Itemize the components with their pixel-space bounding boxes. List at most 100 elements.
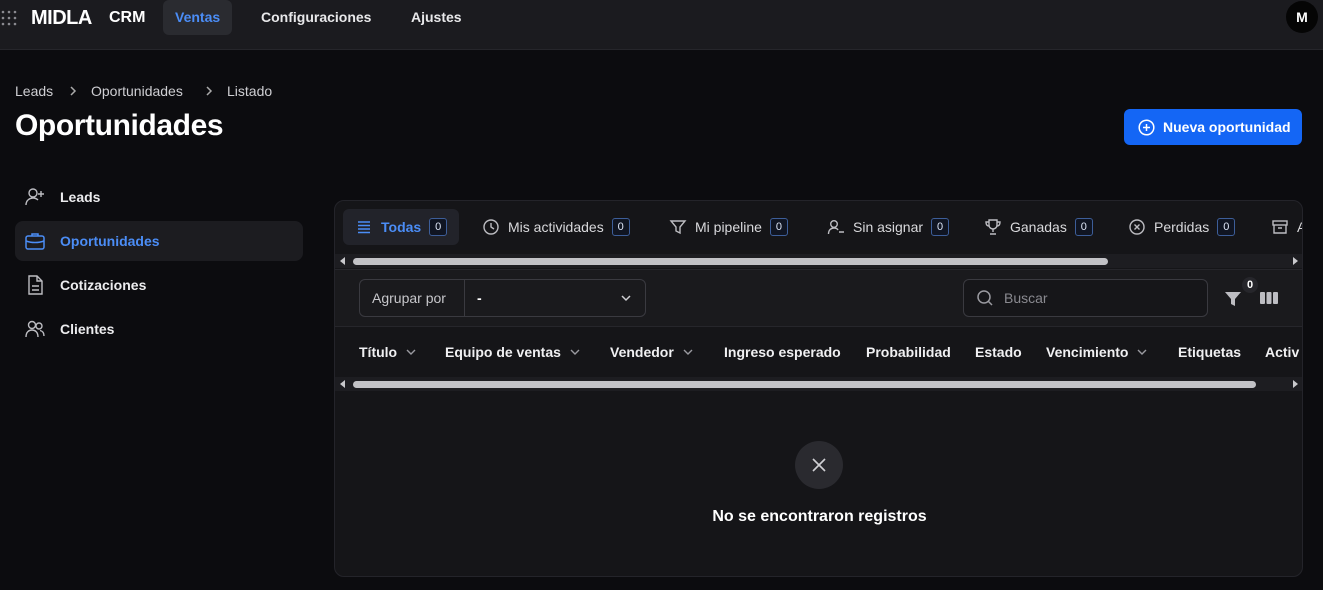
tab-perdidas[interactable]: Perdidas 0 <box>1116 209 1247 245</box>
tab-sin-asignar[interactable]: Sin asignar 0 <box>815 209 961 245</box>
tab-mi-pipeline[interactable]: Mi pipeline 0 <box>657 209 800 245</box>
column-label: Probabilidad <box>866 344 951 360</box>
chevron-right-icon <box>70 86 77 96</box>
group-by-label: Agrupar por <box>360 280 465 316</box>
column-etiquetas[interactable]: Etiquetas <box>1178 344 1241 360</box>
search-box <box>963 279 1208 317</box>
x-circle-icon <box>1129 219 1145 235</box>
chevron-down-icon <box>406 349 416 355</box>
scrollbar-thumb[interactable] <box>353 381 1256 388</box>
users-icon <box>25 320 45 338</box>
user-minus-icon <box>827 220 844 235</box>
sidebar-item-leads[interactable]: Leads <box>15 177 303 217</box>
column-label: Activ <box>1265 344 1300 360</box>
column-titulo[interactable]: Título <box>359 344 417 360</box>
new-opportunity-label: Nueva oportunidad <box>1163 119 1291 135</box>
chevron-right-icon <box>206 86 213 96</box>
sidebar-item-label: Leads <box>60 189 101 205</box>
filter-count-badge: 0 <box>1242 277 1258 293</box>
scrollbar-thumb[interactable] <box>353 258 1108 265</box>
chevron-down-icon <box>683 349 693 355</box>
table-toolbar: Agrupar por - 0 <box>335 269 1302 327</box>
search-icon <box>977 290 993 306</box>
column-label: Vencimiento <box>1046 344 1129 360</box>
sidebar-item-clientes[interactable]: Clientes <box>15 309 303 349</box>
column-probabilidad[interactable]: Probabilidad <box>866 344 951 360</box>
tab-archivadas[interactable]: A <box>1259 209 1302 245</box>
sidebar-item-label: Cotizaciones <box>60 277 147 293</box>
table-header: Título Equipo de ventas Vendedor Ingreso… <box>335 328 1302 377</box>
top-navbar: MIDLA CRM Ventas Configuraciones Ajustes… <box>0 0 1323 50</box>
briefcase-icon <box>25 233 45 250</box>
nav-configuraciones[interactable]: Configuraciones <box>249 0 383 35</box>
group-by-select[interactable]: Agrupar por - <box>359 279 646 317</box>
group-by-value: - <box>477 290 482 306</box>
sidebar-item-label: Oportunidades <box>60 233 160 249</box>
trophy-icon <box>985 219 1001 235</box>
tab-count-badge: 0 <box>1074 218 1093 236</box>
sidebar-item-oportunidades[interactable]: Oportunidades <box>15 221 303 261</box>
column-equipo-de-ventas[interactable]: Equipo de ventas <box>445 344 581 360</box>
column-vendedor[interactable]: Vendedor <box>610 344 694 360</box>
tab-count-badge: 0 <box>429 218 448 236</box>
column-label: Etiquetas <box>1178 344 1242 360</box>
archive-icon <box>1272 220 1288 234</box>
column-activo[interactable]: Activ <box>1265 344 1299 360</box>
tab-count-badge: 0 <box>931 218 950 236</box>
avatar[interactable]: M <box>1286 1 1318 33</box>
column-label: Estado <box>975 344 1022 360</box>
empty-state-message: No se encontraron registros <box>712 508 927 525</box>
page-title: Oportunidades <box>15 109 224 142</box>
clock-icon <box>483 219 499 235</box>
tab-label: Todas <box>381 219 422 235</box>
scroll-right-arrow-icon[interactable] <box>1293 380 1298 388</box>
nav-ventas[interactable]: Ventas <box>163 0 233 35</box>
user-plus-icon <box>25 188 44 206</box>
column-label: Título <box>359 344 398 360</box>
tab-label: A <box>1297 219 1302 235</box>
opportunities-panel: Todas 0 Mis actividades 0 Mi pipeline 0 … <box>334 200 1303 577</box>
column-label: Equipo de ventas <box>445 344 561 360</box>
column-estado[interactable]: Estado <box>975 344 1022 360</box>
column-ingreso-esperado[interactable]: Ingreso esperado <box>724 344 841 360</box>
tab-ganadas[interactable]: Ganadas 0 <box>972 209 1105 245</box>
nav-ajustes[interactable]: Ajustes <box>399 0 474 35</box>
columns-icon[interactable] <box>1259 290 1279 306</box>
tab-label: Mis actividades <box>508 219 604 235</box>
scroll-left-arrow-icon[interactable] <box>340 380 345 388</box>
table-scrollbar[interactable] <box>335 377 1302 391</box>
column-label: Vendedor <box>610 344 674 360</box>
document-icon <box>28 275 43 295</box>
breadcrumb-leads[interactable]: Leads <box>15 83 53 99</box>
tab-todas[interactable]: Todas 0 <box>343 209 460 245</box>
plus-circle-icon <box>1138 118 1155 136</box>
close-icon <box>812 458 826 472</box>
filter-icon[interactable] <box>1223 289 1243 309</box>
brand-logo[interactable]: MIDLA <box>31 7 92 30</box>
new-opportunity-button[interactable]: Nueva oportunidad <box>1124 109 1302 145</box>
search-input[interactable] <box>1004 290 1194 306</box>
brand-subtitle: CRM <box>109 9 146 26</box>
tabs-scrollbar[interactable] <box>335 254 1302 268</box>
tab-count-badge: 0 <box>1217 218 1236 236</box>
filter-tabs: Todas 0 Mis actividades 0 Mi pipeline 0 … <box>335 201 1302 255</box>
sidebar-item-label: Clientes <box>60 321 115 337</box>
chevron-down-icon <box>621 295 631 302</box>
column-vencimiento[interactable]: Vencimiento <box>1046 344 1148 360</box>
tab-mis-actividades[interactable]: Mis actividades 0 <box>470 209 642 245</box>
sidebar-item-cotizaciones[interactable]: Cotizaciones <box>15 265 303 305</box>
tab-label: Sin asignar <box>853 219 924 235</box>
empty-state-icon <box>795 441 843 489</box>
list-icon <box>358 221 370 234</box>
breadcrumb-oportunidades[interactable]: Oportunidades <box>91 83 183 99</box>
chevron-down-icon <box>1137 349 1147 355</box>
apps-grid-icon[interactable] <box>0 10 18 26</box>
column-label: Ingreso esperado <box>724 344 841 360</box>
tab-count-badge: 0 <box>611 218 630 236</box>
tab-count-badge: 0 <box>769 218 788 236</box>
scroll-right-arrow-icon[interactable] <box>1293 257 1298 265</box>
scroll-left-arrow-icon[interactable] <box>340 257 345 265</box>
chevron-down-icon <box>570 349 580 355</box>
tab-label: Perdidas <box>1154 219 1210 235</box>
breadcrumb-listado: Listado <box>227 83 273 99</box>
